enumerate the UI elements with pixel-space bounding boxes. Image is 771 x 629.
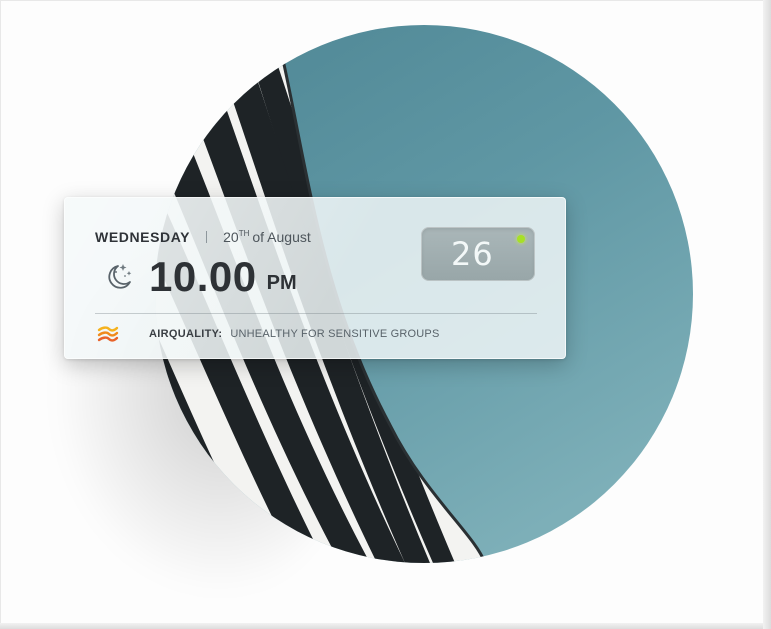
air-waves-icon <box>97 326 119 342</box>
date-month: of August <box>252 229 311 245</box>
air-quality-value: UNHEALTHY FOR SENSITIVE GROUPS <box>230 328 440 340</box>
weather-widget-card[interactable]: WEDNESDAY 20TH of August 10.00 PM 26 AIRQ… <box>64 197 566 359</box>
date-label: 20TH of August <box>223 229 311 245</box>
date-separator <box>206 231 208 243</box>
divider <box>95 313 537 314</box>
moon-stars-icon <box>108 264 132 289</box>
date-suffix: TH <box>238 229 250 238</box>
air-quality-label: AIRQUALITY: <box>149 328 223 340</box>
meridiem-label: PM <box>266 272 297 294</box>
temperature-box[interactable]: 26 <box>421 227 535 281</box>
date-number: 20 <box>223 229 239 245</box>
time-display: 10.00 <box>149 253 257 300</box>
temperature-value: 26 <box>451 235 494 273</box>
date-row: WEDNESDAY 20TH of August <box>95 229 311 245</box>
status-indicator-dot <box>517 235 525 243</box>
air-quality-row: AIRQUALITY: UNHEALTHY FOR SENSITIVE GROU… <box>97 325 440 343</box>
time-row: 10.00 PM <box>101 256 297 298</box>
weekday-label: WEDNESDAY <box>95 229 191 245</box>
